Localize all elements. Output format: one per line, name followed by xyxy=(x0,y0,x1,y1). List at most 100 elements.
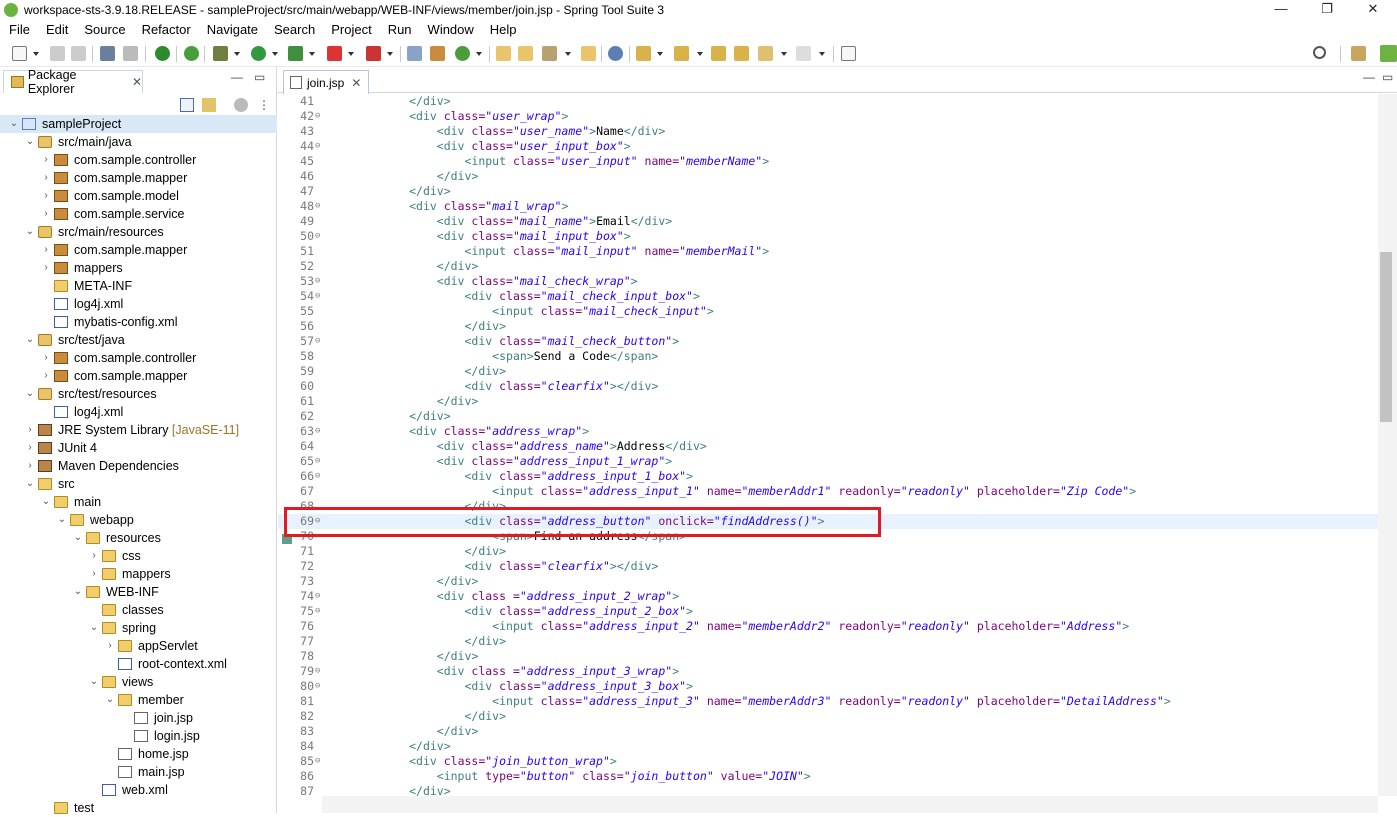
expand-chevron-down-icon[interactable]: ⌄ xyxy=(24,385,36,403)
code-line[interactable]: 45 <input class="user_input" name="membe… xyxy=(278,154,1378,169)
forward-icon[interactable] xyxy=(796,46,811,61)
code-line[interactable]: 58 <span>Send a Code</span> xyxy=(278,349,1378,364)
tree-item[interactable]: › com.sample.controller xyxy=(0,151,277,169)
menu-refactor[interactable]: Refactor xyxy=(133,20,198,40)
fold-toggle-icon[interactable]: ⊖ xyxy=(315,289,325,304)
tree-item[interactable]: › mappers xyxy=(0,565,277,583)
coverage-dropdown-icon[interactable] xyxy=(309,52,315,56)
code-line[interactable]: 48 ⊖ <div class="mail_wrap"> xyxy=(278,199,1378,214)
tree-item[interactable]: log4j.xml xyxy=(0,295,277,313)
expand-chevron-right-icon[interactable]: › xyxy=(40,169,52,187)
last-edit-location-icon[interactable] xyxy=(711,46,726,61)
code-line[interactable]: 73 </div> xyxy=(278,574,1378,589)
expand-chevron-right-icon[interactable]: › xyxy=(40,367,52,385)
maximize-button[interactable]: ❐ xyxy=(1304,0,1350,19)
new-class-dropdown-icon[interactable] xyxy=(476,52,482,56)
menu-source[interactable]: Source xyxy=(75,20,132,40)
expand-chevron-right-icon[interactable]: › xyxy=(40,151,52,169)
expand-chevron-down-icon[interactable]: ⌄ xyxy=(24,475,36,493)
fold-toggle-icon[interactable]: ⊖ xyxy=(315,274,325,289)
code-line[interactable]: 54 ⊖ <div class="mail_check_input_box"> xyxy=(278,289,1378,304)
console-icon[interactable] xyxy=(100,46,115,61)
code-line[interactable]: 78 </div> xyxy=(278,649,1378,664)
code-line[interactable]: 52 </div> xyxy=(278,259,1378,274)
tree-item[interactable]: ⌄ src xyxy=(0,475,277,493)
fold-toggle-icon[interactable]: ⊖ xyxy=(315,139,325,154)
code-line[interactable]: 42 ⊖ <div class="user_wrap"> xyxy=(278,109,1378,124)
search-tool-icon[interactable] xyxy=(542,46,557,61)
tree-item[interactable]: classes xyxy=(0,601,277,619)
new-class-icon[interactable] xyxy=(455,46,470,61)
close-icon[interactable]: ✕ xyxy=(351,76,361,90)
code-line[interactable]: 41 </div> xyxy=(278,94,1378,109)
stop-icon[interactable] xyxy=(327,46,342,61)
code-line[interactable]: 70 <span>Find an address</span> xyxy=(278,529,1378,544)
code-line[interactable]: 66 ⊖ <div class="address_input_1_box"> xyxy=(278,469,1378,484)
maximize-editor-icon[interactable]: ▭ xyxy=(1382,70,1393,84)
expand-chevron-down-icon[interactable]: ⌄ xyxy=(88,619,100,637)
expand-chevron-right-icon[interactable]: › xyxy=(24,439,36,457)
code-line[interactable]: 68 </div> xyxy=(278,499,1378,514)
fold-toggle-icon[interactable]: ⊖ xyxy=(315,109,325,124)
pin-editor-icon[interactable] xyxy=(841,46,856,61)
menu-navigate[interactable]: Navigate xyxy=(198,20,265,40)
code-line[interactable]: 49 <div class="mail_name">Email</div> xyxy=(278,214,1378,229)
debug-icon[interactable] xyxy=(213,46,228,61)
tree-item[interactable]: ⌄ src/main/resources xyxy=(0,223,277,241)
fold-toggle-icon[interactable]: ⊖ xyxy=(315,199,325,214)
fold-toggle-icon[interactable]: ⊖ xyxy=(315,589,325,604)
code-line[interactable]: 46 </div> xyxy=(278,169,1378,184)
fold-toggle-icon[interactable]: ⊖ xyxy=(315,604,325,619)
expand-chevron-right-icon[interactable]: › xyxy=(40,349,52,367)
code-line[interactable]: 60 <div class="clearfix"></div> xyxy=(278,379,1378,394)
terminal-icon[interactable] xyxy=(123,46,138,61)
editor-scroll-thumb[interactable] xyxy=(1380,252,1392,422)
run-dropdown-icon[interactable] xyxy=(272,52,278,56)
fold-toggle-icon[interactable]: ⊖ xyxy=(315,679,325,694)
fold-toggle-icon[interactable]: ⊖ xyxy=(315,454,325,469)
tree-item[interactable]: ⌄ views xyxy=(0,673,277,691)
maximize-panel-icon[interactable]: ▭ xyxy=(254,70,265,84)
expand-chevron-right-icon[interactable]: › xyxy=(24,421,36,439)
menu-project[interactable]: Project xyxy=(322,20,378,40)
code-line[interactable]: 63 ⊖ <div class="address_wrap"> xyxy=(278,424,1378,439)
expand-chevron-down-icon[interactable]: ⌄ xyxy=(24,223,36,241)
search-icon[interactable] xyxy=(1313,46,1326,59)
code-line[interactable]: 47 </div> xyxy=(278,184,1378,199)
minimize-panel-icon[interactable]: — xyxy=(231,70,243,84)
expand-chevron-right-icon[interactable]: › xyxy=(104,637,116,655)
view-menu-icon[interactable]: ⋮ xyxy=(258,98,270,112)
tree-item[interactable]: › com.sample.model xyxy=(0,187,277,205)
expand-chevron-down-icon[interactable]: ⌄ xyxy=(88,673,100,691)
expand-chevron-down-icon[interactable]: ⌄ xyxy=(104,691,116,709)
web-browser-icon[interactable] xyxy=(608,46,623,61)
new-icon[interactable] xyxy=(12,46,27,61)
code-line[interactable]: 59 </div> xyxy=(278,364,1378,379)
code-line[interactable]: 77 </div> xyxy=(278,634,1378,649)
tree-item[interactable]: › appServlet xyxy=(0,637,277,655)
code-line[interactable]: 79 ⊖ <div class ="address_input_3_wrap"> xyxy=(278,664,1378,679)
focus-on-active-task-icon[interactable] xyxy=(234,98,248,112)
new-dropdown-icon[interactable] xyxy=(33,52,39,56)
tree-item[interactable]: mybatis-config.xml xyxy=(0,313,277,331)
expand-chevron-down-icon[interactable]: ⌄ xyxy=(8,115,20,133)
tab-join-jsp[interactable]: join.jsp ✕ xyxy=(283,70,369,94)
next-annotation-dropdown-icon[interactable] xyxy=(657,52,663,56)
fold-toggle-icon[interactable]: ⊖ xyxy=(315,469,325,484)
code-line[interactable]: 61 </div> xyxy=(278,394,1378,409)
expand-chevron-down-icon[interactable]: ⌄ xyxy=(24,133,36,151)
code-editor[interactable]: 41 </div> 42 ⊖ <div class="user_wrap"> 43 <… xyxy=(278,94,1378,796)
code-line[interactable]: 51 <input class="mail_input" name="membe… xyxy=(278,244,1378,259)
code-line[interactable]: 82 </div> xyxy=(278,709,1378,724)
spring-perspective-icon[interactable] xyxy=(1380,45,1397,62)
save-icon[interactable] xyxy=(50,46,65,61)
tree-item[interactable]: ⌄ resources xyxy=(0,529,277,547)
code-line[interactable]: 55 <input class="mail_check_input"> xyxy=(278,304,1378,319)
expand-chevron-down-icon[interactable]: ⌄ xyxy=(72,583,84,601)
tree-item[interactable]: › com.sample.controller xyxy=(0,349,277,367)
code-line[interactable]: 83 </div> xyxy=(278,724,1378,739)
search-tool-dropdown-icon[interactable] xyxy=(565,52,571,56)
fold-toggle-icon[interactable]: ⊖ xyxy=(315,754,325,769)
code-line[interactable]: 64 <div class="address_name">Address</di… xyxy=(278,439,1378,454)
tree-item[interactable]: › mappers xyxy=(0,259,277,277)
